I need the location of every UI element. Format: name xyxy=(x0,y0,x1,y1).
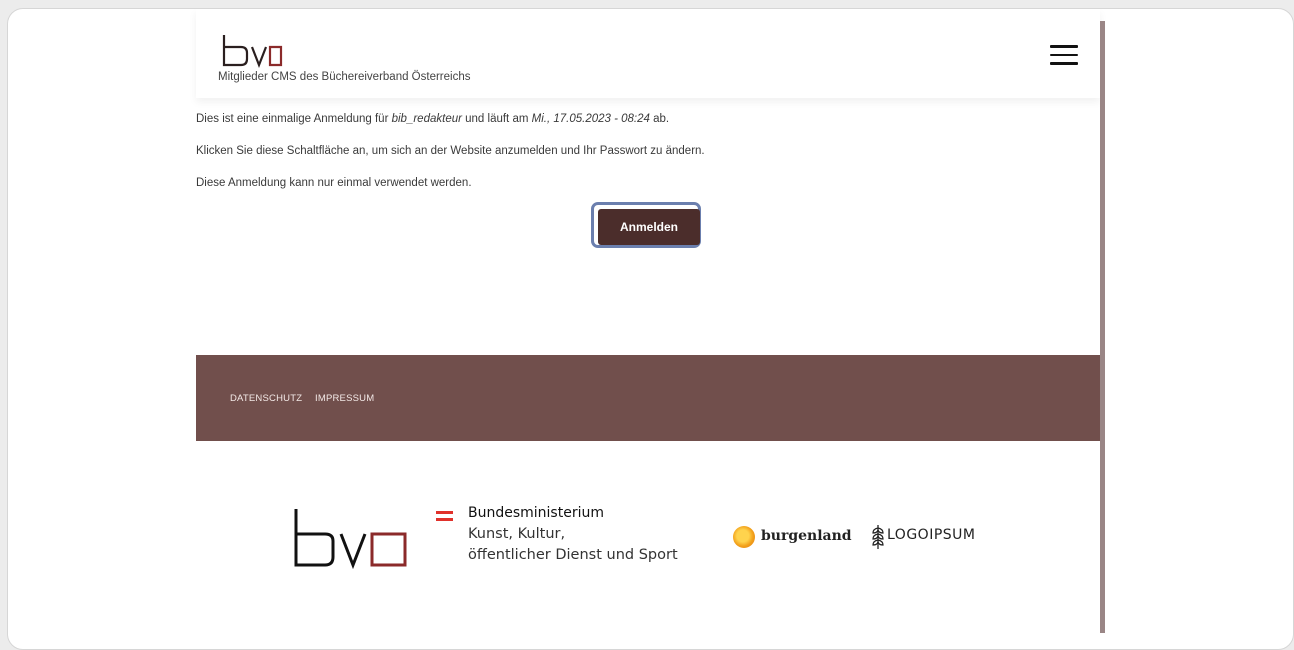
info-text: Dies ist eine einmalige Anmeldung für xyxy=(196,113,392,125)
bvo-large-logo-icon xyxy=(294,509,407,570)
ministry-title: Bundesministerium xyxy=(468,505,604,521)
page: bvo Mitglieder CMS des Büchereiverband Ö… xyxy=(196,9,1100,649)
logo-subtitle: Mitglieder CMS des Büchereiverband Öster… xyxy=(218,71,471,83)
login-button[interactable]: Anmelden xyxy=(598,209,700,245)
info-text: ab. xyxy=(649,113,670,125)
hamburger-menu-icon[interactable] xyxy=(1050,45,1078,65)
instruction-line: Klicken Sie diese Schaltfläche an, um si… xyxy=(196,145,705,157)
site-footer: DATENSCHUTZ IMPRESSUM xyxy=(196,355,1100,441)
bvo-logo: bvo xyxy=(293,507,413,574)
bvo-logo-icon xyxy=(222,35,283,69)
logoipsum-text: LOGOIPSUM xyxy=(887,527,976,543)
site-logo[interactable]: bvo xyxy=(221,33,285,74)
sun-icon xyxy=(733,526,755,548)
expiry-date: Mi., 17.05.2023 - 08:24 xyxy=(531,113,650,125)
browser-viewport: bvo Mitglieder CMS des Büchereiverband Ö… xyxy=(7,8,1294,650)
ministry-line-1: Kunst, Kultur, xyxy=(468,526,566,542)
austria-flag-icon xyxy=(436,511,453,521)
single-use-note: Diese Anmeldung kann nur einmal verwende… xyxy=(196,177,472,189)
login-info-line: Dies ist eine einmalige Anmeldung für bi… xyxy=(196,112,669,127)
scrollbar[interactable] xyxy=(1100,21,1105,633)
partner-logos: bvo Bundesministerium Kunst, Kultur, öff… xyxy=(196,499,1100,579)
footer-link-impressum[interactable]: IMPRESSUM xyxy=(315,393,374,404)
wheat-icon xyxy=(872,525,884,549)
info-text: und läuft am xyxy=(461,113,532,125)
site-header: bvo Mitglieder CMS des Büchereiverband Ö… xyxy=(196,9,1100,98)
logoipsum-logo: LOGOIPSUM xyxy=(872,524,975,555)
ministry-line-2: öffentlicher Dienst und Sport xyxy=(468,547,678,563)
footer-link-datenschutz[interactable]: DATENSCHUTZ xyxy=(230,393,302,404)
username: bib_redakteur xyxy=(391,113,462,125)
burgenland-text: burgenland xyxy=(761,528,852,544)
